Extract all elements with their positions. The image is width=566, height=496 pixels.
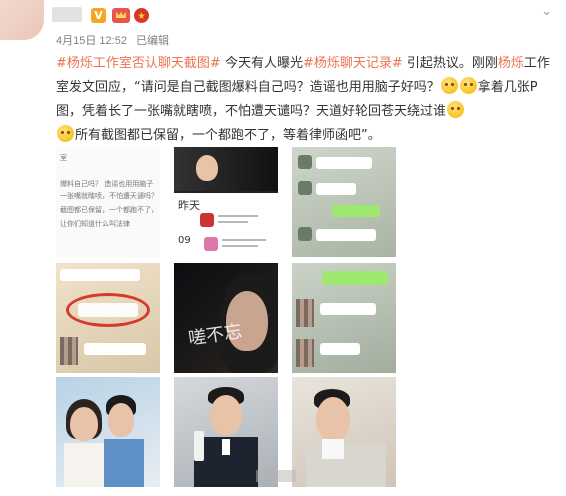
person-face: [196, 155, 218, 181]
avatar[interactable]: [0, 0, 44, 40]
image-thumb[interactable]: 室 爆料自己吗？ 造谣也用用脑子 一张嘴就瞎喷，不怕遭天谴吗？ 截图都已保留，一…: [56, 147, 160, 257]
post-meta: 4月15日 12:52 已编辑: [56, 32, 175, 48]
image-thumb[interactable]: 昨天 09: [174, 147, 278, 257]
image-text: 截图都已保留，一个都跑不了，: [60, 206, 158, 214]
username[interactable]: [52, 7, 82, 22]
smile-emoji-icon: [57, 125, 74, 142]
smile-emoji-icon: [447, 101, 465, 118]
smile-emoji-icon: [440, 77, 458, 94]
topic-tag[interactable]: #杨烁聊天记录#: [303, 56, 403, 71]
post-date[interactable]: 4月15日 12:52: [56, 35, 127, 47]
mosaic-blur: [296, 339, 314, 367]
image-thumb[interactable]: [292, 147, 396, 257]
chevron-down-icon[interactable]: ⌄: [541, 4, 552, 19]
post-text: #杨烁工作室否认聊天截图# 今天有人曝光#杨烁聊天记录# 引起热议。刚刚杨烁工作…: [56, 52, 556, 148]
image-text: 让你们知道什么叫法律: [60, 220, 130, 228]
text-part: 所有截图都已保留，一个都跑不了，等着律师函吧”。: [75, 128, 381, 143]
member-crown-icon: [112, 8, 130, 23]
verified-badge: V: [91, 8, 106, 23]
image-text: 室: [60, 154, 67, 162]
smile-emoji-icon: [459, 77, 477, 94]
mosaic-blur: [296, 299, 314, 327]
edited-label: 已编辑: [136, 35, 169, 47]
image-thumb[interactable]: [56, 263, 160, 373]
image-text: 爆料自己吗？ 造谣也用用脑子: [60, 180, 154, 188]
watermark-blur: [256, 470, 296, 482]
topic-tag[interactable]: #杨烁工作室否认聊天截图#: [56, 56, 221, 71]
mention-link[interactable]: 杨烁: [498, 56, 524, 71]
image-text: 一张嘴就瞎喷，不怕遭天谴吗？: [60, 192, 158, 200]
image-thumb[interactable]: [292, 263, 396, 373]
mosaic-blur: [60, 337, 78, 365]
text-part: 引起热议。刚刚: [406, 56, 498, 71]
image-text: 09: [178, 235, 191, 246]
gold-star-icon: [134, 8, 149, 23]
image-text: 昨天: [178, 199, 200, 212]
image-thumb[interactable]: [56, 377, 160, 487]
image-thumb[interactable]: 嗟不忘: [174, 263, 278, 373]
image-thumb[interactable]: [292, 377, 396, 487]
text-part: 今天有人曝光: [224, 56, 303, 71]
